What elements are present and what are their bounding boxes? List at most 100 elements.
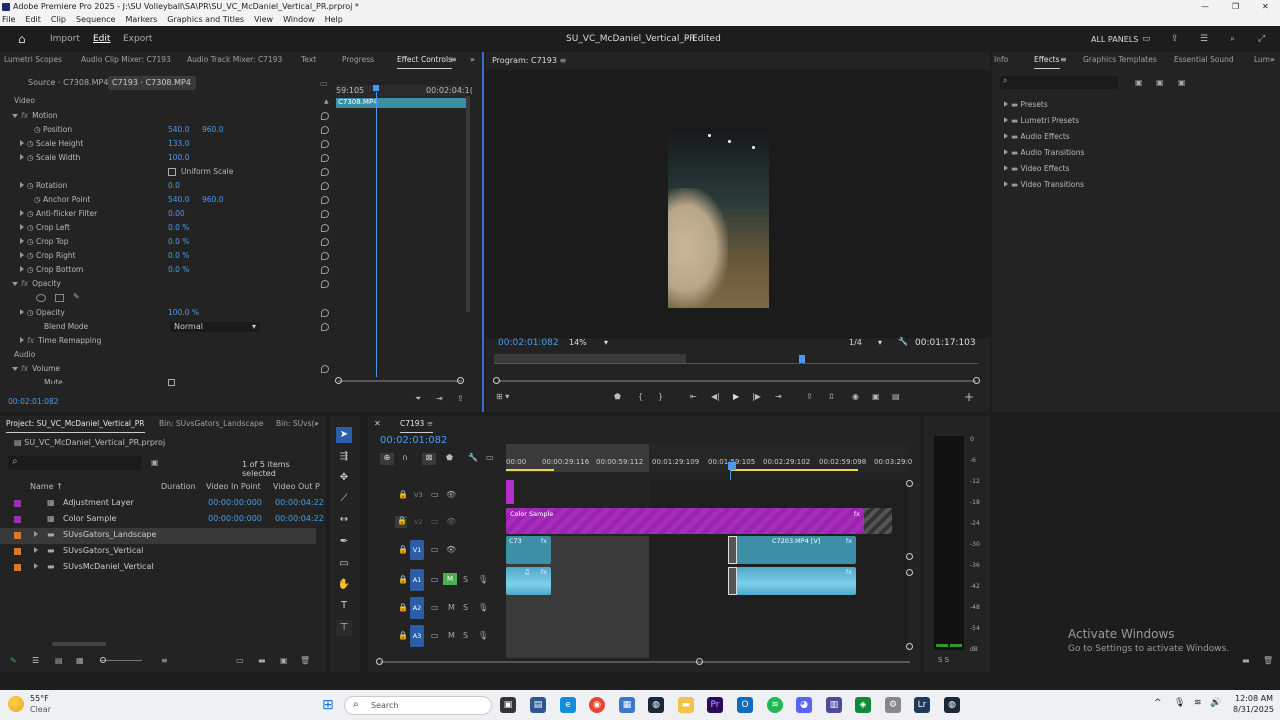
stopwatch-icon[interactable]: ◷ bbox=[34, 195, 43, 204]
sequence-tab[interactable]: C7193 ≡ bbox=[400, 416, 434, 433]
label-color-swatch[interactable] bbox=[14, 564, 21, 571]
stopwatch-icon[interactable]: ◷ bbox=[27, 209, 36, 218]
solo-button[interactable]: S bbox=[463, 631, 468, 640]
volume-row[interactable]: fx Volume bbox=[12, 362, 60, 376]
list-item[interactable]: ▬ SUvsMcDaniel_Vertical bbox=[0, 560, 316, 576]
tab-lumetri[interactable]: Lum bbox=[1254, 52, 1270, 68]
step-back-icon[interactable]: ◀| bbox=[711, 392, 720, 401]
list-item[interactable]: ▦ Adjustment Layer 00:00:00:000 00:00:04… bbox=[0, 496, 324, 512]
folder-icon[interactable]: ▬ bbox=[678, 697, 694, 713]
play-audio-icon[interactable]: ⇥ bbox=[436, 394, 443, 403]
outlook-icon[interactable]: O bbox=[737, 697, 753, 713]
program-playhead[interactable] bbox=[799, 355, 805, 363]
effects-search-input[interactable]: ⌕ bbox=[1000, 76, 1118, 89]
freeform-view-icon[interactable]: ▦ bbox=[76, 656, 84, 665]
tab-project[interactable]: Project: SU_VC_McDaniel_Vertical_PR bbox=[6, 416, 145, 433]
microphone-icon[interactable]: 🎙 bbox=[478, 631, 488, 640]
track-select-icon[interactable]: ⇶ bbox=[336, 449, 352, 465]
program-zoom-right[interactable] bbox=[973, 377, 980, 384]
reset-icon[interactable] bbox=[321, 280, 329, 288]
solo-button[interactable]: S bbox=[463, 603, 468, 612]
type-icon[interactable]: T bbox=[336, 598, 352, 614]
source-clip-label[interactable]: Source · C7308.MP4 bbox=[28, 78, 108, 87]
volume-icon[interactable]: 🔊 bbox=[1210, 698, 1221, 708]
reset-icon[interactable] bbox=[321, 154, 329, 162]
col-video-in[interactable]: Video In Point bbox=[206, 482, 261, 491]
track-a3-target[interactable]: A3 bbox=[410, 625, 424, 647]
stopwatch-icon[interactable]: ◷ bbox=[27, 251, 36, 260]
effects-menu-icon[interactable]: ≡ bbox=[1060, 55, 1067, 64]
ec-clip-bar[interactable]: C7308.MP4 bbox=[336, 98, 466, 108]
wifi-icon[interactable]: ≋ bbox=[1194, 698, 1202, 708]
col-name[interactable]: Name ↑ bbox=[30, 482, 63, 491]
menu-view[interactable]: View bbox=[254, 15, 273, 24]
menu-graphics[interactable]: Graphics and Titles bbox=[167, 15, 244, 24]
weather-temp[interactable]: 55°F bbox=[30, 694, 49, 703]
menu-sequence[interactable]: Sequence bbox=[76, 15, 115, 24]
anchor-y-value[interactable]: 960.0 bbox=[202, 193, 223, 207]
expand-icon[interactable] bbox=[34, 546, 41, 555]
export-tab[interactable]: Export bbox=[123, 27, 152, 52]
tab-effects[interactable]: Effects bbox=[1034, 52, 1060, 69]
reset-icon[interactable] bbox=[321, 182, 329, 190]
thumbnail-size-slider[interactable] bbox=[100, 657, 142, 663]
crop-bottom-value[interactable]: 0.0 % bbox=[168, 263, 189, 277]
step-forward-icon[interactable]: |▶ bbox=[752, 392, 761, 401]
reset-icon[interactable] bbox=[321, 210, 329, 218]
crop-right-value[interactable]: 0.0 % bbox=[168, 249, 189, 263]
track-a1-target[interactable]: A1 bbox=[410, 569, 424, 591]
razor-icon[interactable]: ⟋ bbox=[336, 491, 352, 507]
toggle-sync-icon[interactable]: ▭ bbox=[431, 631, 439, 640]
stopwatch-icon[interactable]: ◷ bbox=[27, 308, 36, 317]
opacity-value[interactable]: 100.0 % bbox=[168, 306, 199, 320]
sort-icon[interactable]: ≡ bbox=[161, 656, 168, 665]
eye-icon[interactable]: 👁 bbox=[446, 517, 456, 526]
new-item-icon[interactable]: ▬ bbox=[1242, 656, 1250, 665]
reset-icon[interactable] bbox=[321, 252, 329, 260]
adjustment-clip[interactable] bbox=[506, 480, 514, 504]
go-to-in-icon[interactable]: ⇤ bbox=[690, 392, 697, 401]
label-color-swatch[interactable] bbox=[14, 500, 21, 507]
reset-icon[interactable] bbox=[321, 224, 329, 232]
v1-lock-icon[interactable]: 🔒 bbox=[398, 545, 408, 554]
a3-lock-icon[interactable]: 🔒 bbox=[398, 631, 408, 640]
list-item[interactable]: ▬ SUvsGators_Landscape bbox=[0, 528, 316, 544]
position-x-value[interactable]: 540.0 bbox=[168, 123, 189, 137]
import-tab[interactable]: Import bbox=[50, 27, 80, 52]
windows-start-icon[interactable]: ⊞ bbox=[322, 697, 334, 713]
store-icon[interactable]: ▦ bbox=[619, 697, 635, 713]
add-marker-icon[interactable]: ⬟ bbox=[614, 392, 621, 401]
chrome-icon[interactable]: ◉ bbox=[589, 697, 605, 713]
panel-expand-icon[interactable]: » bbox=[314, 419, 319, 428]
stopwatch-icon[interactable]: ◷ bbox=[27, 223, 36, 232]
stopwatch-icon[interactable]: ◷ bbox=[27, 237, 36, 246]
stopwatch-icon[interactable]: ◷ bbox=[27, 181, 36, 190]
sequence-clip-label[interactable]: C7193 · C7308.MP4 bbox=[108, 76, 196, 90]
panel-expand-icon[interactable]: » bbox=[1270, 55, 1275, 64]
stopwatch-icon[interactable]: ◷ bbox=[27, 265, 36, 274]
collapse-up-icon[interactable]: ▲ bbox=[324, 98, 329, 105]
export-frame-icon[interactable]: ◉ bbox=[852, 392, 859, 401]
spotify-icon[interactable]: ≋ bbox=[767, 697, 783, 713]
maximize-icon[interactable]: ❐ bbox=[1232, 0, 1239, 13]
anchor-x-value[interactable]: 540.0 bbox=[168, 193, 189, 207]
panel-layout-icon[interactable]: ▭ bbox=[1142, 27, 1151, 52]
panel-menu-icon[interactable]: ≡ bbox=[450, 55, 457, 64]
eye-icon[interactable]: 👁 bbox=[446, 545, 456, 554]
reset-icon[interactable] bbox=[321, 168, 329, 176]
a2-lock-icon[interactable]: 🔒 bbox=[398, 603, 408, 612]
scale-width-value[interactable]: 100.0 bbox=[168, 151, 189, 165]
microphone-icon[interactable]: 🎙 bbox=[1174, 698, 1185, 708]
scale-height-value[interactable]: 133.0 bbox=[168, 137, 189, 151]
pen-mask-icon[interactable]: ✎ bbox=[73, 292, 80, 301]
stopwatch-icon[interactable]: ◷ bbox=[27, 139, 36, 148]
ellipse-mask-icon[interactable] bbox=[36, 294, 46, 302]
opacity-section-row[interactable]: fx Opacity bbox=[12, 277, 61, 291]
tab-info[interactable]: Info bbox=[994, 52, 1008, 68]
timeline-playhead-handle[interactable] bbox=[728, 462, 736, 470]
tab-effect-controls[interactable]: Effect Controls bbox=[397, 52, 452, 69]
steam-icon[interactable]: ◍ bbox=[944, 697, 960, 713]
wrench-icon[interactable]: 🔧 bbox=[898, 337, 908, 346]
app-icon[interactable]: ▤ bbox=[530, 697, 546, 713]
label-color-swatch[interactable] bbox=[14, 532, 21, 539]
